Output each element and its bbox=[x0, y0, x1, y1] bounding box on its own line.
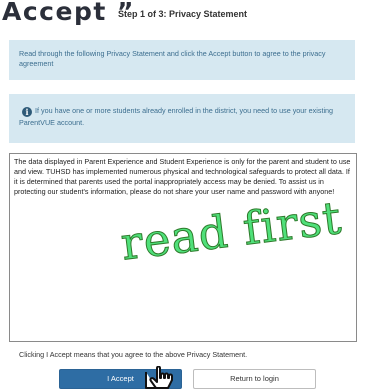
info-panel: i If you have one or more students alread… bbox=[9, 94, 355, 143]
instruction-text: Read through the following Privacy State… bbox=[19, 49, 326, 68]
return-to-login-button[interactable]: Return to login bbox=[193, 369, 316, 389]
accept-heading: Accept ” bbox=[2, 0, 135, 26]
privacy-statement-text: The data displayed in Parent Experience … bbox=[14, 157, 351, 196]
info-text: If you have one or more students already… bbox=[19, 106, 334, 127]
hand-pointer-icon bbox=[145, 366, 173, 389]
info-icon: i bbox=[22, 107, 32, 117]
step-title: Step 1 of 3: Privacy Statement bbox=[118, 9, 248, 19]
instruction-panel: Read through the following Privacy State… bbox=[9, 40, 355, 80]
agreement-text: Clicking I Accept means that you agree t… bbox=[19, 350, 248, 359]
